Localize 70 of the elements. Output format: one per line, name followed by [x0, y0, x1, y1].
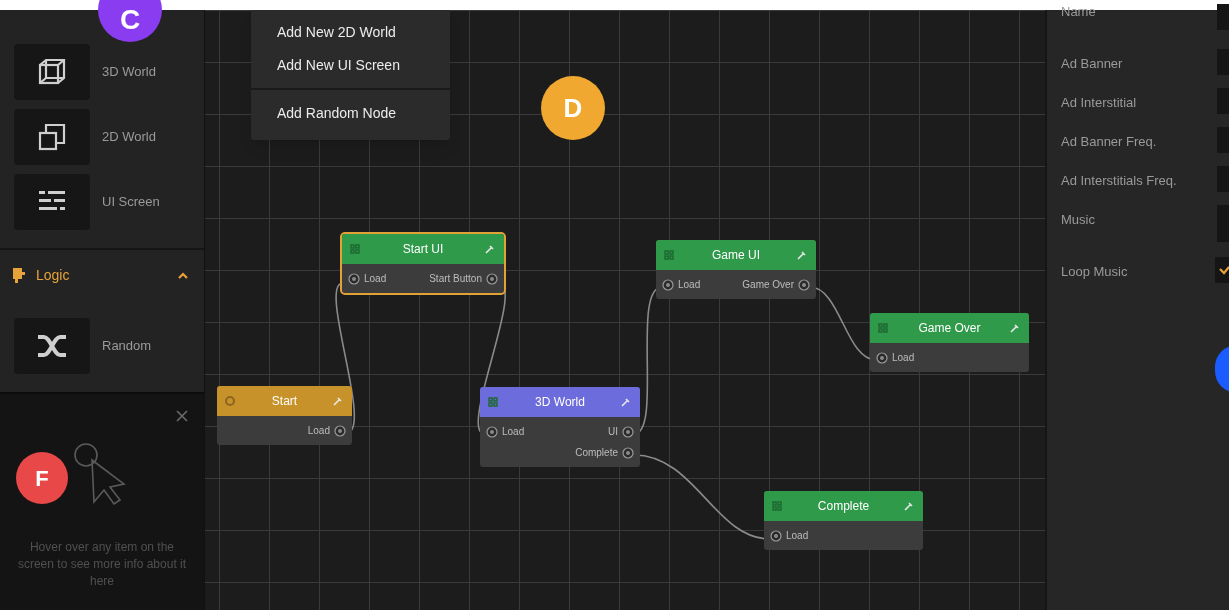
port-icon[interactable]	[876, 351, 888, 364]
item-label: 2D World	[102, 128, 156, 147]
property-label: Music	[1061, 211, 1095, 229]
graph-node[interactable]: Complete Load	[764, 491, 923, 550]
graph-node[interactable]: 3D World Load UI Complete	[480, 387, 640, 467]
port-icon[interactable]	[486, 425, 498, 438]
step-marker: F	[16, 452, 68, 504]
grid-icon	[350, 244, 360, 254]
port-icon[interactable]	[486, 272, 498, 285]
item-label: UI Screen	[102, 193, 160, 212]
section-header[interactable]: Logic	[0, 250, 204, 300]
menu-item[interactable]: Add New UI Screen	[251, 49, 450, 82]
graph-node[interactable]: Start UI Load Start Button	[342, 234, 504, 293]
grid-icon	[488, 397, 498, 407]
port-label: Complete	[575, 446, 618, 460]
property-label: Ad Interstitial	[1061, 94, 1137, 112]
port-icon[interactable]	[622, 446, 634, 459]
checkbox[interactable]	[1215, 257, 1229, 283]
property-label: Ad Banner	[1061, 55, 1123, 73]
port-icon[interactable]	[662, 278, 674, 291]
input-field[interactable]	[1217, 4, 1229, 30]
sidebar-item[interactable]: Random	[0, 318, 204, 374]
menu-item[interactable]: Add New 2D World	[251, 16, 450, 49]
graph-node[interactable]: Game UI Load Game Over	[656, 240, 816, 299]
item-label: Random	[102, 337, 152, 356]
graph-node[interactable]: Start Load	[217, 386, 352, 445]
step-marker: C	[98, 0, 162, 42]
node-title: 3D World	[535, 394, 585, 411]
node-canvas[interactable]: Start UI Load Start Button Start Load 3D World Load UI Complete Game UI Load Game Over Game Over Load Complete Load Add New 2D World Add New UI Screen Add Random Node D	[205, 10, 1045, 610]
node-title: Start UI	[402, 241, 444, 258]
port-icon[interactable]	[622, 425, 634, 438]
squares-icon	[37, 122, 67, 152]
property-label: Loop Music	[1061, 263, 1128, 281]
sidebar-item[interactable]: 3D World	[0, 44, 204, 100]
grid-icon	[772, 501, 782, 511]
port-label: Start Button	[429, 272, 482, 286]
sidebar-item[interactable]: UI Screen	[0, 174, 204, 230]
port-label: Load	[678, 278, 701, 292]
item-label: 3D World	[102, 63, 156, 82]
help-text: Hover over any item on the screen to see more info about it here	[17, 539, 187, 590]
port-label: Load	[786, 529, 809, 543]
puzzle-icon	[12, 266, 28, 284]
node-title: Game Over	[918, 320, 981, 337]
node-title: Game UI	[712, 247, 760, 264]
step-marker: D	[541, 76, 605, 140]
node-title: Start	[271, 393, 298, 410]
port-label: Load	[502, 425, 525, 439]
port-label: Load	[364, 272, 387, 286]
port-icon[interactable]	[334, 424, 346, 437]
node-title: Complete	[817, 498, 870, 515]
chevron-icon	[178, 271, 188, 279]
cube-icon	[37, 57, 67, 87]
port-label: Game Over	[742, 278, 794, 292]
port-icon[interactable]	[770, 529, 782, 542]
property-label: Ad Interstitials Freq.	[1061, 172, 1177, 190]
port-label: UI	[608, 425, 618, 439]
port-icon[interactable]	[348, 272, 360, 285]
circle-icon	[225, 396, 235, 406]
property-label: Ad Banner Freq.	[1061, 133, 1157, 151]
port-icon[interactable]	[798, 278, 810, 291]
check-icon	[1219, 265, 1229, 275]
port-label: Load	[307, 424, 330, 438]
menu-item[interactable]: Add Random Node	[251, 97, 450, 130]
grid-icon	[664, 250, 674, 260]
shuffle-icon	[36, 333, 68, 359]
graph-node[interactable]: Game Over Load	[870, 313, 1029, 372]
close-icon[interactable]	[176, 410, 188, 422]
grid-icon	[878, 323, 888, 333]
port-label: Load	[892, 351, 915, 365]
sidebar-item[interactable]: 2D World	[0, 109, 204, 165]
